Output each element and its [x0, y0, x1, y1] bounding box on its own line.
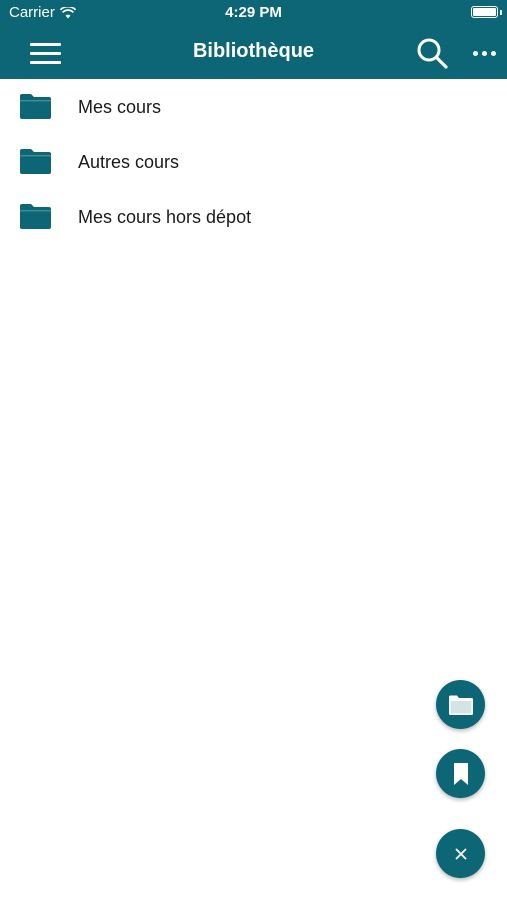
search-icon[interactable]	[414, 36, 450, 70]
status-time: 4:29 PM	[225, 4, 282, 21]
new-folder-button[interactable]	[436, 680, 485, 729]
battery-tip	[500, 10, 502, 15]
folder-label: Mes cours	[78, 97, 162, 117]
folder-list: Mes cours Autres cours Mes cours hors dé…	[0, 79, 507, 244]
more-dot	[490, 50, 496, 56]
folder-icon	[20, 204, 51, 229]
folder-icon	[20, 149, 51, 174]
hamburger-menu-icon[interactable]	[26, 38, 66, 68]
page-title: Bibliothèque	[192, 40, 315, 62]
folder-label: Autres cours	[78, 152, 180, 172]
battery-icon	[471, 6, 498, 18]
close-fab-button[interactable]	[436, 829, 485, 878]
bookmark-icon	[453, 762, 468, 785]
menu-line	[30, 51, 61, 55]
folder-label: Mes cours hors dépot	[78, 207, 252, 227]
menu-line	[30, 60, 61, 64]
more-horizontal-icon[interactable]	[464, 36, 504, 70]
library-screen: Carrier 4:29 PM Bibliothèque Mes cours A…	[0, 0, 507, 900]
battery-fill	[473, 8, 496, 16]
folder-item-mes-cours-hors-depot[interactable]: Mes cours hors dépot	[0, 189, 507, 244]
app-header: Carrier 4:29 PM Bibliothèque	[0, 0, 507, 79]
folder-icon	[448, 695, 473, 715]
folder-item-autres-cours[interactable]: Autres cours	[0, 134, 507, 189]
status-bar: Carrier 4:29 PM	[0, 0, 507, 26]
folder-icon	[20, 94, 51, 119]
bookmark-button[interactable]	[436, 749, 485, 798]
nav-bar: Bibliothèque	[0, 26, 507, 79]
close-icon	[455, 848, 466, 859]
more-dot	[481, 50, 487, 56]
more-dot	[472, 50, 478, 56]
menu-line	[30, 42, 61, 46]
folder-item-mes-cours[interactable]: Mes cours	[0, 79, 507, 134]
